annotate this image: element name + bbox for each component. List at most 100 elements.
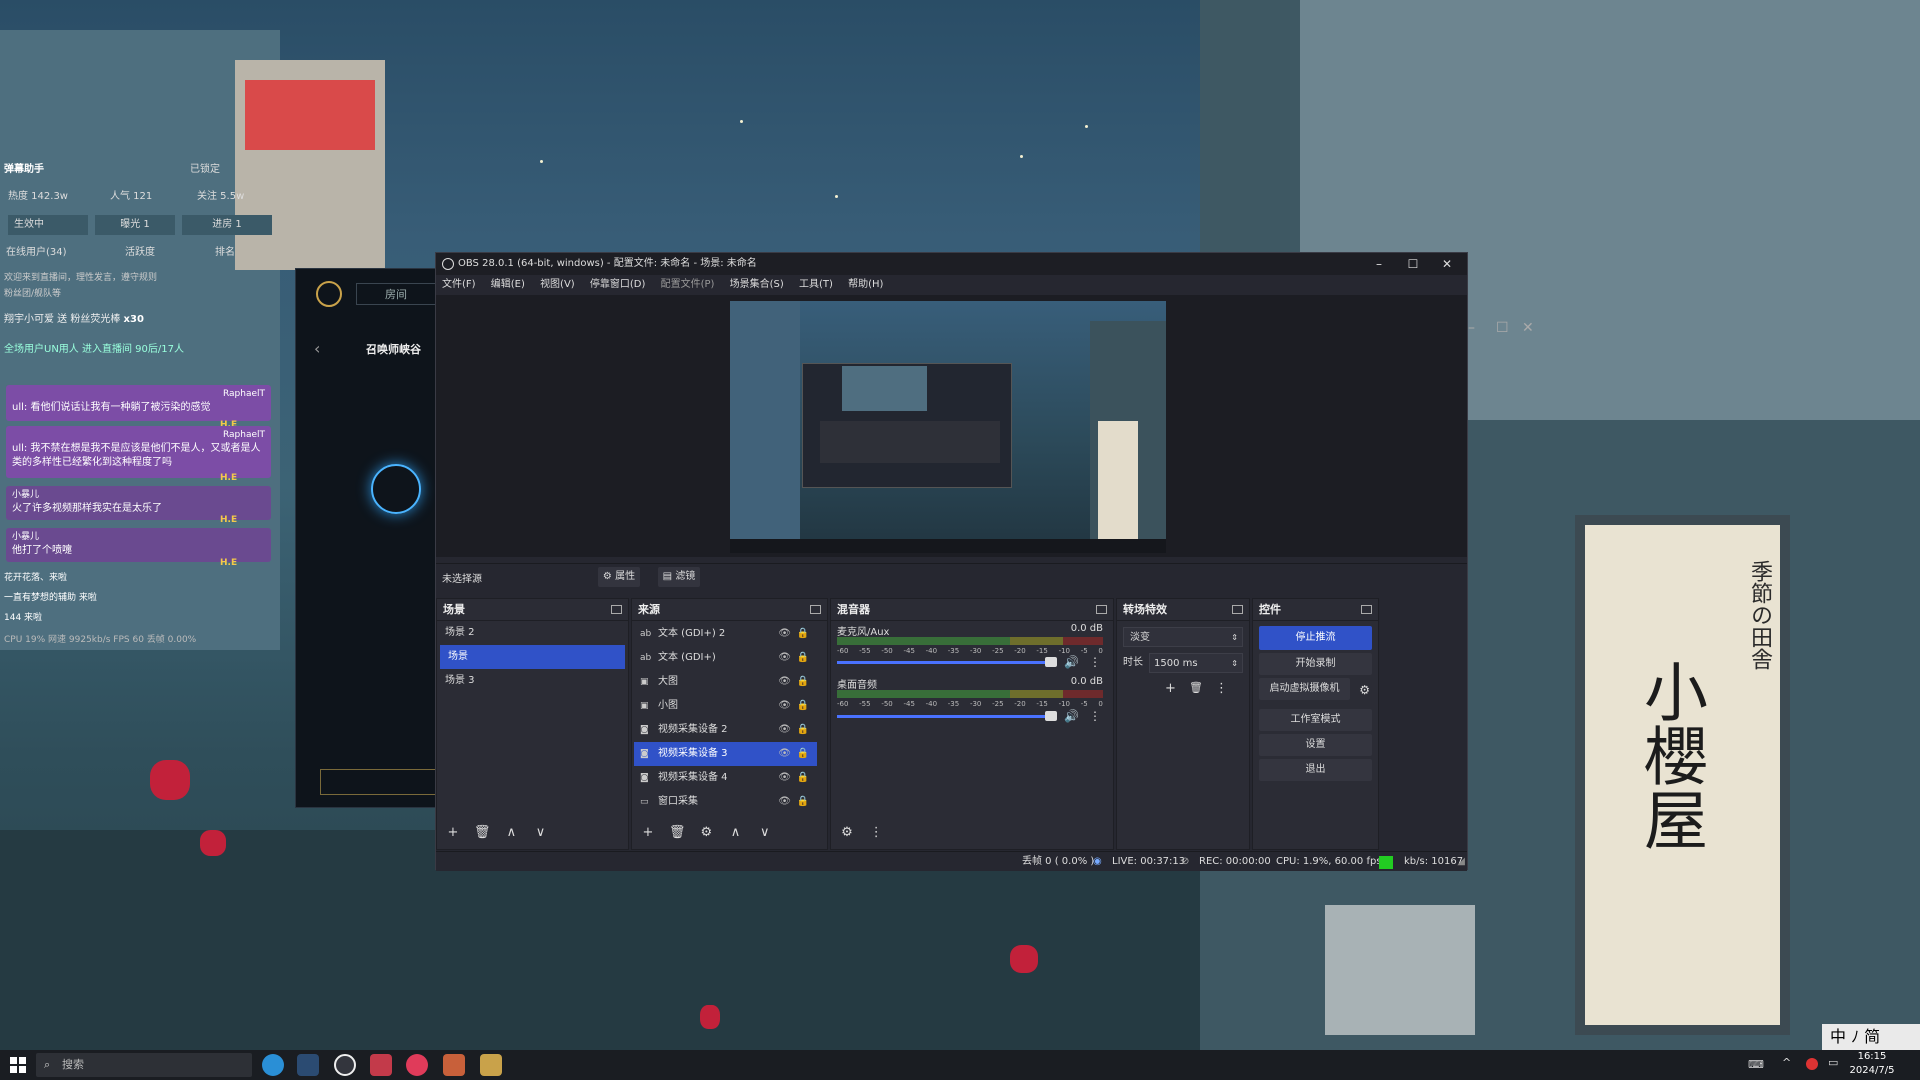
filters-button[interactable]: ▤ 滤镜 xyxy=(658,567,700,587)
lock-icon[interactable]: 🔒 xyxy=(797,742,809,766)
menu-help[interactable]: 帮助(H) xyxy=(848,275,883,295)
move-down-icon[interactable]: ∨ xyxy=(755,823,775,843)
source-item[interactable]: ab 文本 (GDI+) 2 👁 🔒 xyxy=(634,622,817,646)
source-item[interactable]: ▣ 小图 👁 🔒 xyxy=(634,694,817,718)
lock-icon[interactable]: 🔒 xyxy=(797,694,809,718)
undock-icon[interactable] xyxy=(810,605,821,614)
preview-area[interactable] xyxy=(436,295,1467,557)
lock-icon[interactable]: 🔒 xyxy=(797,790,809,814)
gear-icon[interactable]: ⚙ xyxy=(1359,683,1370,697)
remove-source-icon[interactable]: 🗑 xyxy=(667,823,687,843)
scene-item[interactable]: 场景 3 xyxy=(437,669,628,693)
visibility-icon[interactable]: 👁 xyxy=(778,670,791,694)
source-item[interactable]: ab 文本 (GDI+) 👁 🔒 xyxy=(634,646,817,670)
tray-chevron-icon[interactable]: ^ xyxy=(1782,1056,1791,1069)
settings-button[interactable]: 设置 xyxy=(1259,734,1372,756)
obs-taskbar-icon[interactable] xyxy=(334,1054,356,1076)
stop-streaming-button[interactable]: 停止推流 xyxy=(1259,626,1372,650)
maximize-icon[interactable]: ☐ xyxy=(1496,320,1509,336)
menu-profile[interactable]: 配置文件(P) xyxy=(661,275,715,295)
speaker-icon[interactable]: 🔊 xyxy=(1064,655,1079,669)
speaker-icon[interactable]: 🔊 xyxy=(1064,709,1079,723)
obs-titlebar[interactable]: OBS 28.0.1 (64-bit, windows) - 配置文件: 未命名… xyxy=(436,253,1467,275)
remove-scene-icon[interactable]: 🗑 xyxy=(472,823,492,843)
close-button[interactable]: ✕ xyxy=(1431,253,1463,275)
menu-docks[interactable]: 停靠窗口(D) xyxy=(590,275,646,295)
tray-app-icon[interactable] xyxy=(1806,1058,1818,1070)
exit-button[interactable]: 退出 xyxy=(1259,759,1372,781)
volume-knob[interactable] xyxy=(1045,711,1057,721)
ime-toolbar[interactable]: 中 ﾉ 简 xyxy=(1822,1024,1920,1050)
edge-icon[interactable] xyxy=(262,1054,284,1076)
minimize-icon[interactable]: – xyxy=(1468,320,1475,336)
lock-icon[interactable]: 🔒 xyxy=(797,766,809,790)
source-item[interactable]: ▭ 窗口采集 👁 🔒 xyxy=(634,790,817,814)
lock-icon[interactable]: 🔒 xyxy=(797,622,809,646)
transition-select[interactable]: 淡变 ⇕ xyxy=(1123,627,1243,647)
menu-edit[interactable]: 编辑(E) xyxy=(491,275,525,295)
volume-knob[interactable] xyxy=(1045,657,1057,667)
studio-mode-button[interactable]: 工作室模式 xyxy=(1259,709,1372,731)
close-icon[interactable]: ✕ xyxy=(1522,320,1534,336)
windows-start-icon[interactable] xyxy=(10,1057,26,1073)
preview-canvas[interactable] xyxy=(730,301,1166,553)
minimize-button[interactable]: – xyxy=(1363,253,1395,275)
lock-icon[interactable]: 🔒 xyxy=(797,718,809,742)
steam-icon[interactable] xyxy=(297,1054,319,1076)
move-up-icon[interactable]: ∧ xyxy=(501,823,521,843)
spinner-icon[interactable]: ⇕ xyxy=(1231,654,1238,674)
visibility-icon[interactable]: 👁 xyxy=(778,742,791,766)
menu-view[interactable]: 视图(V) xyxy=(540,275,575,295)
league-client-icon[interactable] xyxy=(480,1054,502,1076)
lock-icon[interactable]: 🔒 xyxy=(797,646,809,670)
scene-item-selected[interactable]: 场景 xyxy=(440,645,625,669)
back-chevron-icon[interactable]: ‹ xyxy=(314,339,320,358)
scene-item[interactable]: 场景 2 xyxy=(437,621,628,645)
summoner-rift-label[interactable]: 召唤师峡谷 xyxy=(366,341,421,357)
app-icon-red[interactable] xyxy=(370,1054,392,1076)
visibility-icon[interactable]: 👁 xyxy=(778,622,791,646)
volume-slider[interactable] xyxy=(837,711,1057,721)
start-virtual-camera-button[interactable]: 启动虚拟摄像机 xyxy=(1259,678,1350,700)
more-options-icon[interactable]: ⋮ xyxy=(866,823,886,843)
visibility-icon[interactable]: 👁 xyxy=(778,790,791,814)
menu-scene-collection[interactable]: 场景集合(S) xyxy=(730,275,784,295)
source-item[interactable]: ◙ 视频采集设备 4 👁 🔒 xyxy=(634,766,817,790)
undock-icon[interactable] xyxy=(1361,605,1372,614)
visibility-icon[interactable]: 👁 xyxy=(778,694,791,718)
undock-icon[interactable] xyxy=(611,605,622,614)
app-icon-game[interactable] xyxy=(443,1054,465,1076)
properties-button[interactable]: ⚙ 属性 xyxy=(598,567,640,587)
undock-icon[interactable] xyxy=(1096,605,1107,614)
source-item-selected[interactable]: ◙ 视频采集设备 3 👁 🔒 xyxy=(634,742,817,766)
add-scene-icon[interactable]: + xyxy=(443,823,463,843)
source-item[interactable]: ◙ 视频采集设备 2 👁 🔒 xyxy=(634,718,817,742)
taskbar-search[interactable]: ⌕ 搜索 xyxy=(36,1053,252,1077)
visibility-icon[interactable]: 👁 xyxy=(778,766,791,790)
app-icon-netease[interactable] xyxy=(406,1054,428,1076)
more-options-icon[interactable]: ⋮ xyxy=(1089,655,1101,669)
client-tab-room[interactable]: 房间 xyxy=(356,283,436,305)
add-transition-icon[interactable]: + xyxy=(1165,681,1176,696)
move-up-icon[interactable]: ∧ xyxy=(726,823,746,843)
chat-lock-status[interactable]: 已锁定 xyxy=(190,160,274,180)
obs-window[interactable]: OBS 28.0.1 (64-bit, windows) - 配置文件: 未命名… xyxy=(435,252,1468,872)
more-options-icon[interactable]: ⋮ xyxy=(1089,709,1101,723)
source-item[interactable]: ▣ 大图 👁 🔒 xyxy=(634,670,817,694)
audio-settings-icon[interactable]: ⚙ xyxy=(837,823,857,843)
resize-grip-icon[interactable]: ◢ xyxy=(1457,852,1465,872)
more-options-icon[interactable]: ⋮ xyxy=(1215,681,1228,696)
undock-icon[interactable] xyxy=(1232,605,1243,614)
menu-file[interactable]: 文件(F) xyxy=(442,275,476,295)
duration-input[interactable]: 1500 ms ⇕ xyxy=(1149,653,1243,673)
clock[interactable]: 16:15 2024/7/5 xyxy=(1828,1050,1916,1078)
keyboard-icon[interactable]: ⌨ xyxy=(1748,1058,1764,1071)
move-down-icon[interactable]: ∨ xyxy=(531,823,551,843)
maximize-button[interactable]: ☐ xyxy=(1397,253,1429,275)
source-settings-icon[interactable]: ⚙ xyxy=(696,823,716,843)
lock-icon[interactable]: 🔒 xyxy=(797,670,809,694)
start-recording-button[interactable]: 开始录制 xyxy=(1259,653,1372,675)
volume-slider[interactable] xyxy=(837,657,1057,667)
visibility-icon[interactable]: 👁 xyxy=(778,646,791,670)
menu-tools[interactable]: 工具(T) xyxy=(799,275,833,295)
